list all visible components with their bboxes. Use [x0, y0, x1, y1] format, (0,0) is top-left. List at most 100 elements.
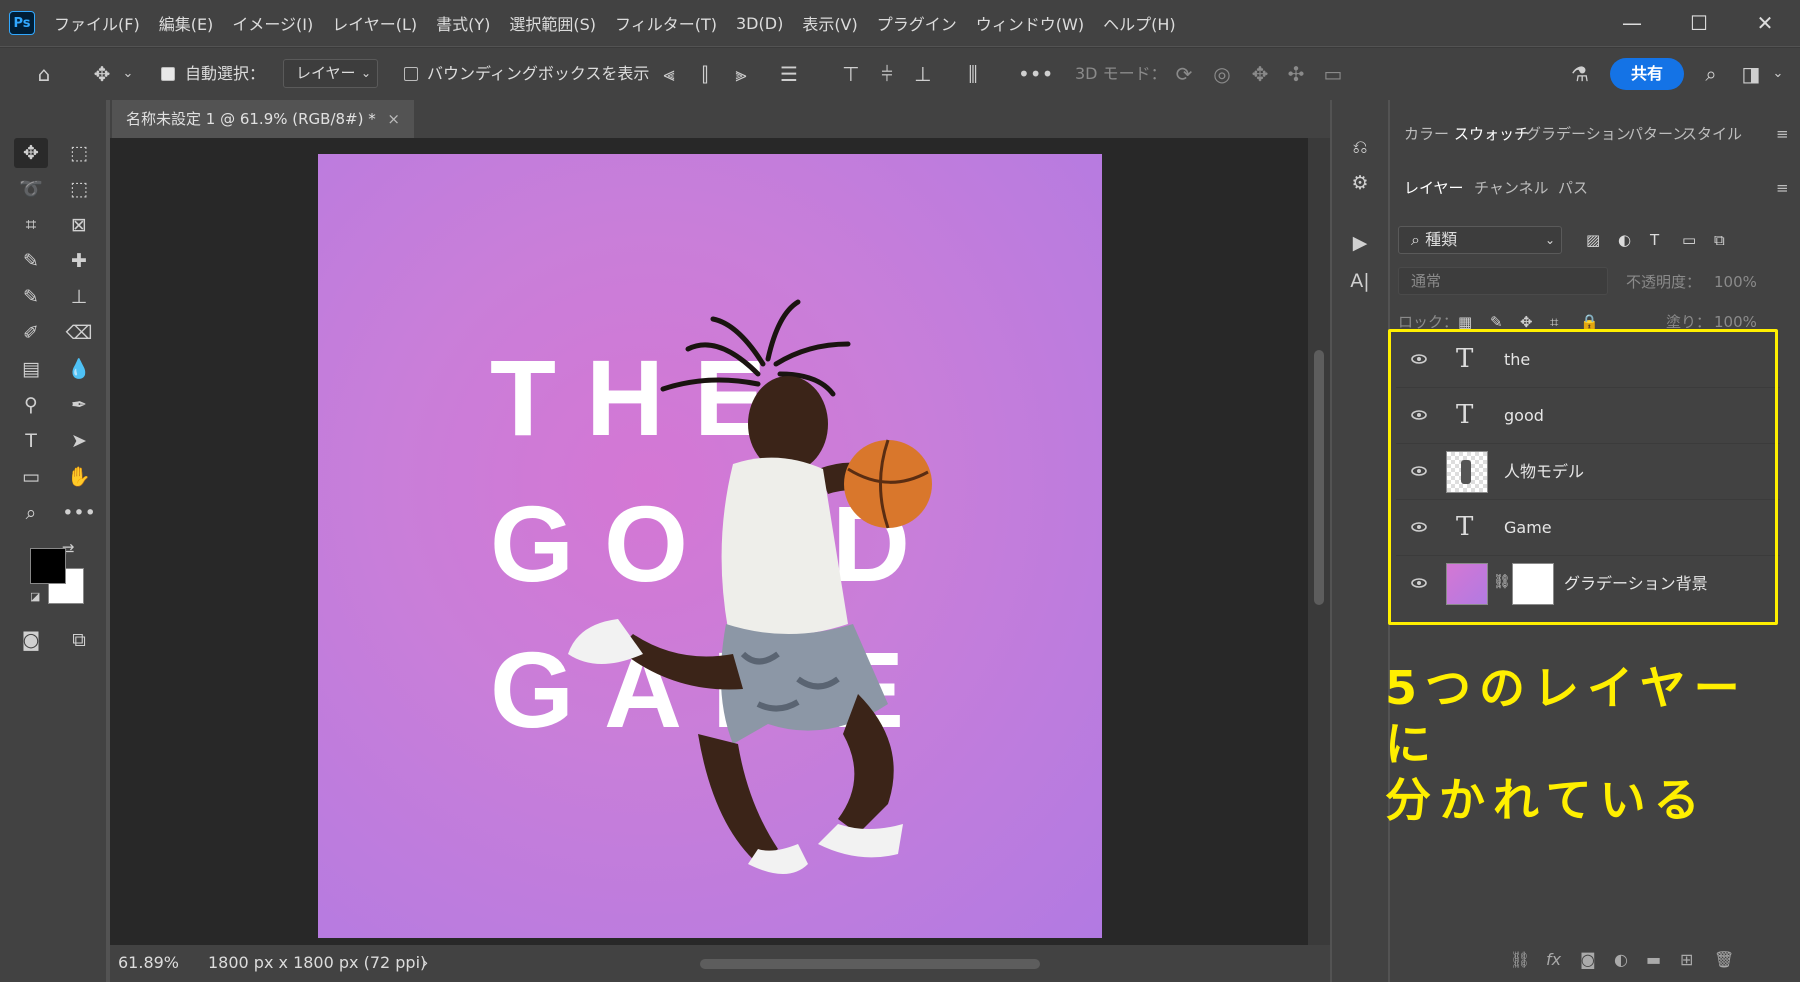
bbox-checkbox[interactable]: [404, 67, 418, 81]
menu-item[interactable]: レイヤー(L): [332, 11, 417, 35]
3d-orbit-icon[interactable]: ⟳: [1170, 62, 1198, 86]
search-icon[interactable]: ⌕: [1697, 62, 1725, 86]
actions-panel-icon[interactable]: ▶: [1343, 228, 1377, 258]
home-icon[interactable]: ⌂: [30, 62, 58, 86]
panel-menu-icon[interactable]: ≡: [1776, 178, 1789, 198]
healing-brush-tool-icon[interactable]: ✚: [62, 246, 96, 276]
menu-item[interactable]: プラグイン: [877, 11, 957, 35]
menu-item[interactable]: 選択範囲(S): [509, 11, 596, 35]
filter-shape-icon[interactable]: ▭: [1682, 230, 1696, 250]
marquee-tool-icon[interactable]: ⬚: [62, 138, 96, 168]
filter-type-icon[interactable]: T: [1650, 230, 1659, 250]
close-window-button[interactable]: ✕: [1750, 8, 1780, 38]
default-colors-icon[interactable]: ◪: [30, 590, 44, 604]
tab-pattern[interactable]: パターン: [1628, 124, 1687, 144]
gradient-tool-icon[interactable]: ▤: [14, 354, 48, 384]
horizontal-scroll-thumb[interactable]: [700, 959, 1040, 969]
hand-tool-icon[interactable]: ✋: [62, 462, 96, 492]
menu-item[interactable]: 編集(E): [159, 11, 214, 35]
brush-tool-icon[interactable]: ✎: [14, 282, 48, 312]
align-left-icon[interactable]: ⫷: [656, 62, 682, 86]
tab-layers[interactable]: レイヤー: [1404, 178, 1464, 198]
tab-color[interactable]: カラー: [1404, 124, 1449, 144]
opacity-value[interactable]: 100%: [1714, 272, 1757, 292]
filter-adjustment-icon[interactable]: ◐: [1618, 230, 1631, 250]
eraser-tool-icon[interactable]: ⌫: [62, 318, 96, 348]
move-tool-icon[interactable]: ✥: [14, 138, 48, 168]
distribute-icon[interactable]: ☰: [776, 62, 802, 86]
align-bottom-icon[interactable]: ⊥: [910, 62, 936, 86]
foreground-color-swatch[interactable]: [30, 548, 66, 584]
adjustment-layer-icon[interactable]: ◐: [1614, 950, 1628, 969]
eyedropper-tool-icon[interactable]: ✎: [14, 246, 48, 276]
vertical-scrollbar[interactable]: [1308, 138, 1330, 945]
document-tab[interactable]: 名称未設定 1 @ 61.9% (RGB/8#) * ×: [112, 100, 414, 138]
filter-smart-object-icon[interactable]: ⧉: [1714, 230, 1725, 250]
menu-item[interactable]: 3D(D): [736, 14, 783, 33]
tab-style[interactable]: スタイル: [1682, 124, 1742, 144]
menu-item[interactable]: 表示(V): [802, 11, 857, 35]
add-mask-icon[interactable]: ◙: [1580, 950, 1596, 969]
new-layer-icon[interactable]: ⊞: [1680, 950, 1693, 969]
new-group-icon[interactable]: ▬: [1646, 950, 1661, 969]
lasso-tool-icon[interactable]: ➰: [14, 174, 48, 204]
3d-slide-icon[interactable]: ✣: [1282, 62, 1310, 86]
layer-filter-dropdown[interactable]: ⌕ 種類 ⌄: [1398, 226, 1562, 254]
beaker-icon[interactable]: ⚗: [1566, 62, 1594, 86]
type-tool-icon[interactable]: T: [14, 426, 48, 456]
fx-icon[interactable]: fx: [1546, 950, 1561, 969]
more-tools-icon[interactable]: •••: [62, 498, 96, 528]
menu-item[interactable]: 書式(Y): [436, 11, 490, 35]
maximize-button[interactable]: ☐: [1684, 8, 1714, 38]
delete-layer-icon[interactable]: 🗑: [1714, 950, 1734, 969]
tab-paths[interactable]: パス: [1558, 178, 1588, 198]
chevron-down-icon[interactable]: ⌄: [1770, 62, 1786, 86]
3d-camera-icon[interactable]: ▭: [1318, 62, 1348, 86]
frame-tool-icon[interactable]: ⊠: [62, 210, 96, 240]
adjustments-panel-icon[interactable]: ⚙: [1343, 168, 1377, 198]
auto-select-checkbox[interactable]: [161, 67, 175, 81]
quick-mask-icon[interactable]: ◙: [14, 625, 48, 655]
tab-gradient[interactable]: グラデーション: [1526, 124, 1631, 144]
menu-item[interactable]: ウィンドウ(W): [976, 11, 1084, 35]
vertical-scroll-thumb[interactable]: [1314, 350, 1324, 605]
3d-pan-icon[interactable]: ✥: [1246, 62, 1274, 86]
pen-tool-icon[interactable]: ✒: [62, 390, 96, 420]
blur-tool-icon[interactable]: 💧: [62, 354, 96, 384]
rectangle-tool-icon[interactable]: ▭: [14, 462, 48, 492]
align-center-icon[interactable]: ⫿: [692, 62, 718, 86]
dodge-tool-icon[interactable]: ⚲: [14, 390, 48, 420]
chevron-right-icon[interactable]: ›: [422, 953, 428, 972]
zoom-tool-icon[interactable]: ⌕: [14, 498, 48, 528]
stamp-tool-icon[interactable]: ⊥: [62, 282, 96, 312]
character-panel-icon[interactable]: A|: [1343, 266, 1377, 296]
chevron-down-icon[interactable]: ⌄: [120, 62, 136, 86]
auto-select-target-dropdown[interactable]: レイヤー ⌄: [283, 59, 378, 88]
menu-item[interactable]: フィルター(T): [615, 11, 717, 35]
menu-item[interactable]: イメージ(I): [232, 11, 313, 35]
menu-item[interactable]: ヘルプ(H): [1103, 11, 1176, 35]
history-brush-tool-icon[interactable]: ✐: [14, 318, 48, 348]
artboard[interactable]: THE GOOD GAME: [318, 154, 1102, 938]
blend-mode-dropdown[interactable]: 通常: [1398, 267, 1608, 295]
workspace-icon[interactable]: ◨: [1737, 62, 1765, 86]
move-tool-icon[interactable]: ✥: [88, 62, 116, 86]
screen-mode-icon[interactable]: ⧉: [62, 625, 96, 655]
link-layers-icon[interactable]: ⛓: [1510, 950, 1530, 969]
crop-tool-icon[interactable]: ⌗: [14, 210, 48, 240]
zoom-level[interactable]: 61.89%: [118, 953, 179, 972]
object-select-tool-icon[interactable]: ⬚: [62, 174, 96, 204]
filter-pixel-icon[interactable]: ▨: [1586, 230, 1600, 250]
menu-item[interactable]: ファイル(F): [54, 11, 140, 35]
close-tab-icon[interactable]: ×: [387, 100, 400, 138]
align-middle-icon[interactable]: ⫩: [874, 62, 900, 86]
more-options-icon[interactable]: •••: [1018, 62, 1053, 86]
3d-roll-icon[interactable]: ◎: [1208, 62, 1236, 86]
align-top-icon[interactable]: ⊤: [838, 62, 864, 86]
align-right-icon[interactable]: ⫸: [728, 62, 754, 86]
share-button[interactable]: 共有: [1610, 58, 1684, 90]
path-select-tool-icon[interactable]: ➤: [62, 426, 96, 456]
panel-menu-icon[interactable]: ≡: [1776, 124, 1789, 144]
history-panel-icon[interactable]: ⎌: [1343, 132, 1377, 162]
minimize-button[interactable]: —: [1617, 8, 1647, 38]
